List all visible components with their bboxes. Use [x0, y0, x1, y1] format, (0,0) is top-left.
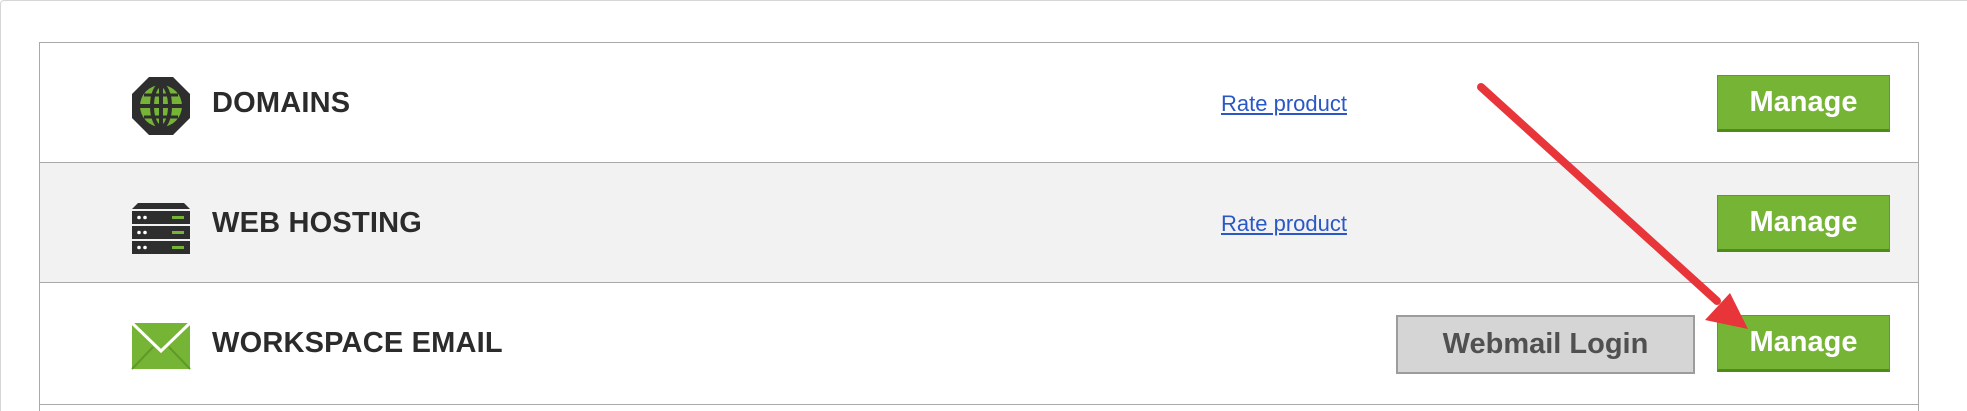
manage-button[interactable]: Manage — [1717, 75, 1890, 132]
manage-button[interactable]: Manage — [1717, 195, 1890, 252]
globe-icon — [132, 77, 190, 135]
product-list: DOMAINS Rate product Manage WEB HOSTING … — [39, 42, 1919, 411]
rate-product-link[interactable]: Rate product — [1221, 91, 1347, 117]
product-row-web-hosting: WEB HOSTING Rate product Manage — [40, 163, 1918, 283]
product-title: WORKSPACE EMAIL — [212, 327, 503, 359]
products-page: DOMAINS Rate product Manage WEB HOSTING … — [0, 0, 1967, 411]
webmail-login-button[interactable]: Webmail Login — [1396, 315, 1695, 374]
envelope-icon — [130, 321, 192, 370]
product-row-domains: DOMAINS Rate product Manage — [40, 43, 1918, 163]
manage-button[interactable]: Manage — [1717, 315, 1890, 372]
rate-product-link[interactable]: Rate product — [1221, 211, 1347, 237]
server-icon — [132, 203, 190, 254]
product-title: DOMAINS — [212, 87, 351, 119]
product-title: WEB HOSTING — [212, 207, 423, 239]
product-row-workspace-email: WORKSPACE EMAIL Webmail Login Manage — [40, 283, 1918, 405]
